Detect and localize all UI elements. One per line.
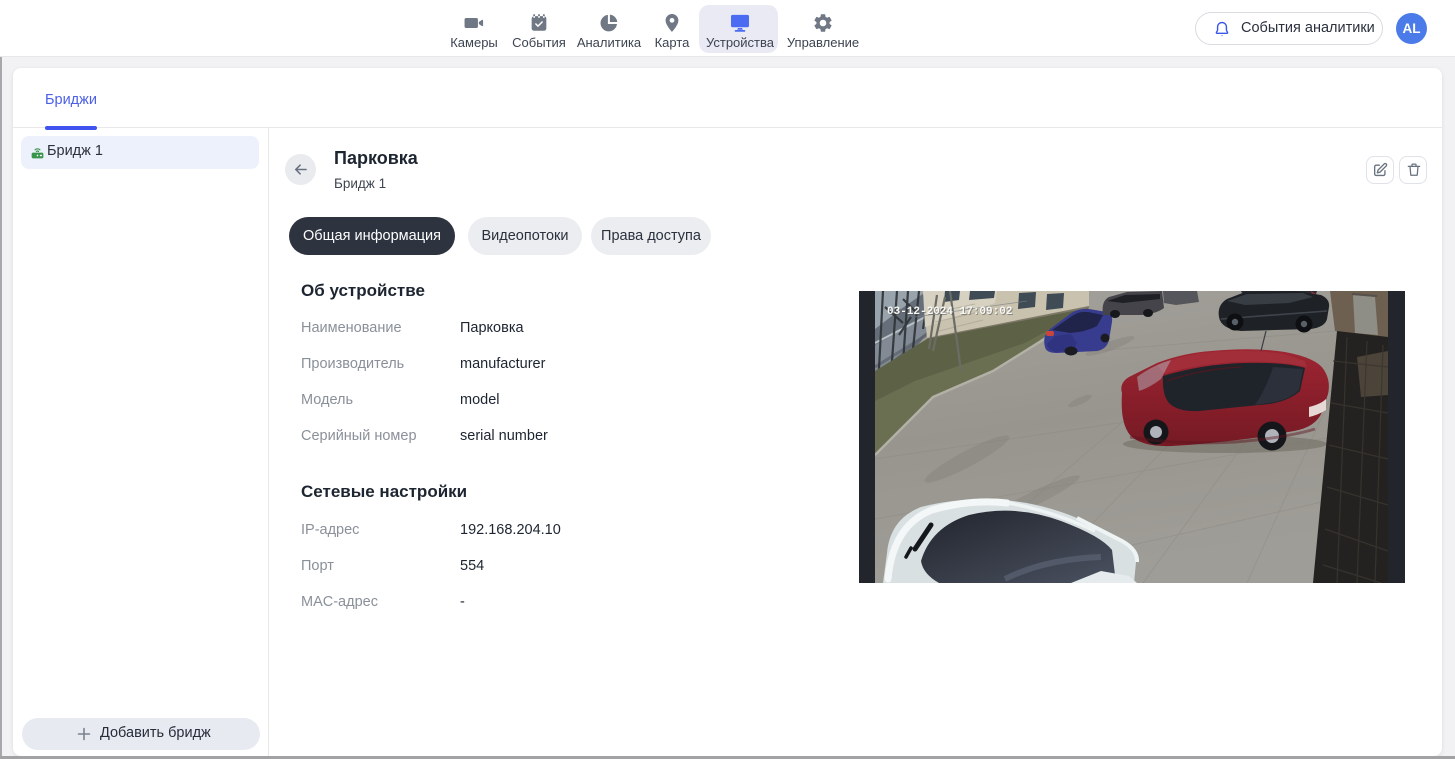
svg-text:03-12-2024 17:09:02: 03-12-2024 17:09:02	[887, 306, 1012, 318]
